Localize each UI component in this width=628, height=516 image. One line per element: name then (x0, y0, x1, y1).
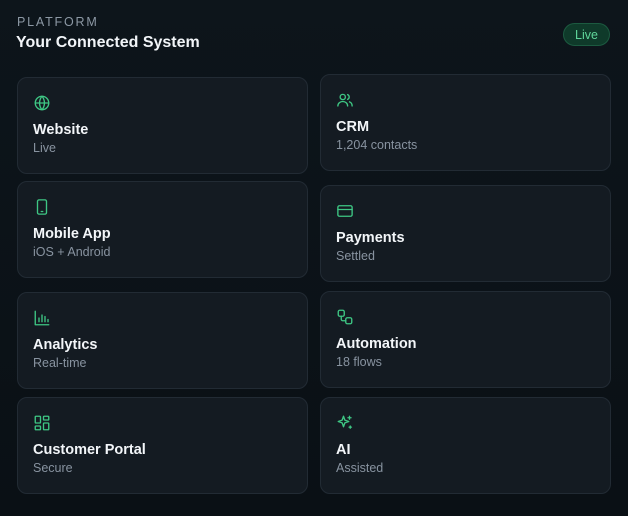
card-analytics[interactable]: Analytics Real-time (17, 292, 308, 389)
card-title: Payments (336, 230, 405, 246)
card-subtitle: Secure (33, 461, 73, 475)
card-crm[interactable]: CRM 1,204 contacts (320, 74, 611, 171)
card-title: CRM (336, 119, 370, 135)
globe-icon (33, 94, 51, 112)
card-website[interactable]: Website Live (17, 77, 308, 174)
card-subtitle: Real-time (33, 356, 87, 370)
layout-grid-icon (33, 414, 51, 432)
card-ai[interactable]: AI Assisted (320, 397, 611, 494)
card-title: Mobile App (33, 226, 111, 242)
platform-panel: PLATFORM Your Connected System Live Webs… (0, 0, 628, 516)
status-badge: Live (563, 23, 610, 46)
page-title: Your Connected System (16, 34, 200, 51)
card-mobile-app[interactable]: Mobile App iOS + Android (17, 181, 308, 278)
users-icon (336, 91, 354, 109)
workflow-icon (336, 308, 354, 326)
card-title: Automation (336, 336, 417, 352)
card-subtitle: Assisted (336, 461, 384, 475)
card-subtitle: Settled (336, 249, 375, 263)
card-title: Website (33, 122, 89, 138)
bar-chart-icon (33, 309, 51, 327)
section-eyebrow: PLATFORM (17, 15, 99, 29)
card-payments[interactable]: Payments Settled (320, 185, 611, 282)
card-subtitle: iOS + Android (33, 245, 111, 259)
card-title: Analytics (33, 337, 98, 353)
credit-card-icon (336, 202, 354, 220)
card-title: AI (336, 442, 351, 458)
card-automation[interactable]: Automation 18 flows (320, 291, 611, 388)
card-customer-portal[interactable]: Customer Portal Secure (17, 397, 308, 494)
card-subtitle: 18 flows (336, 355, 382, 369)
smartphone-icon (33, 198, 51, 216)
card-title: Customer Portal (33, 442, 146, 458)
card-subtitle: 1,204 contacts (336, 138, 418, 152)
card-subtitle: Live (33, 141, 56, 155)
sparkles-icon (336, 414, 354, 432)
